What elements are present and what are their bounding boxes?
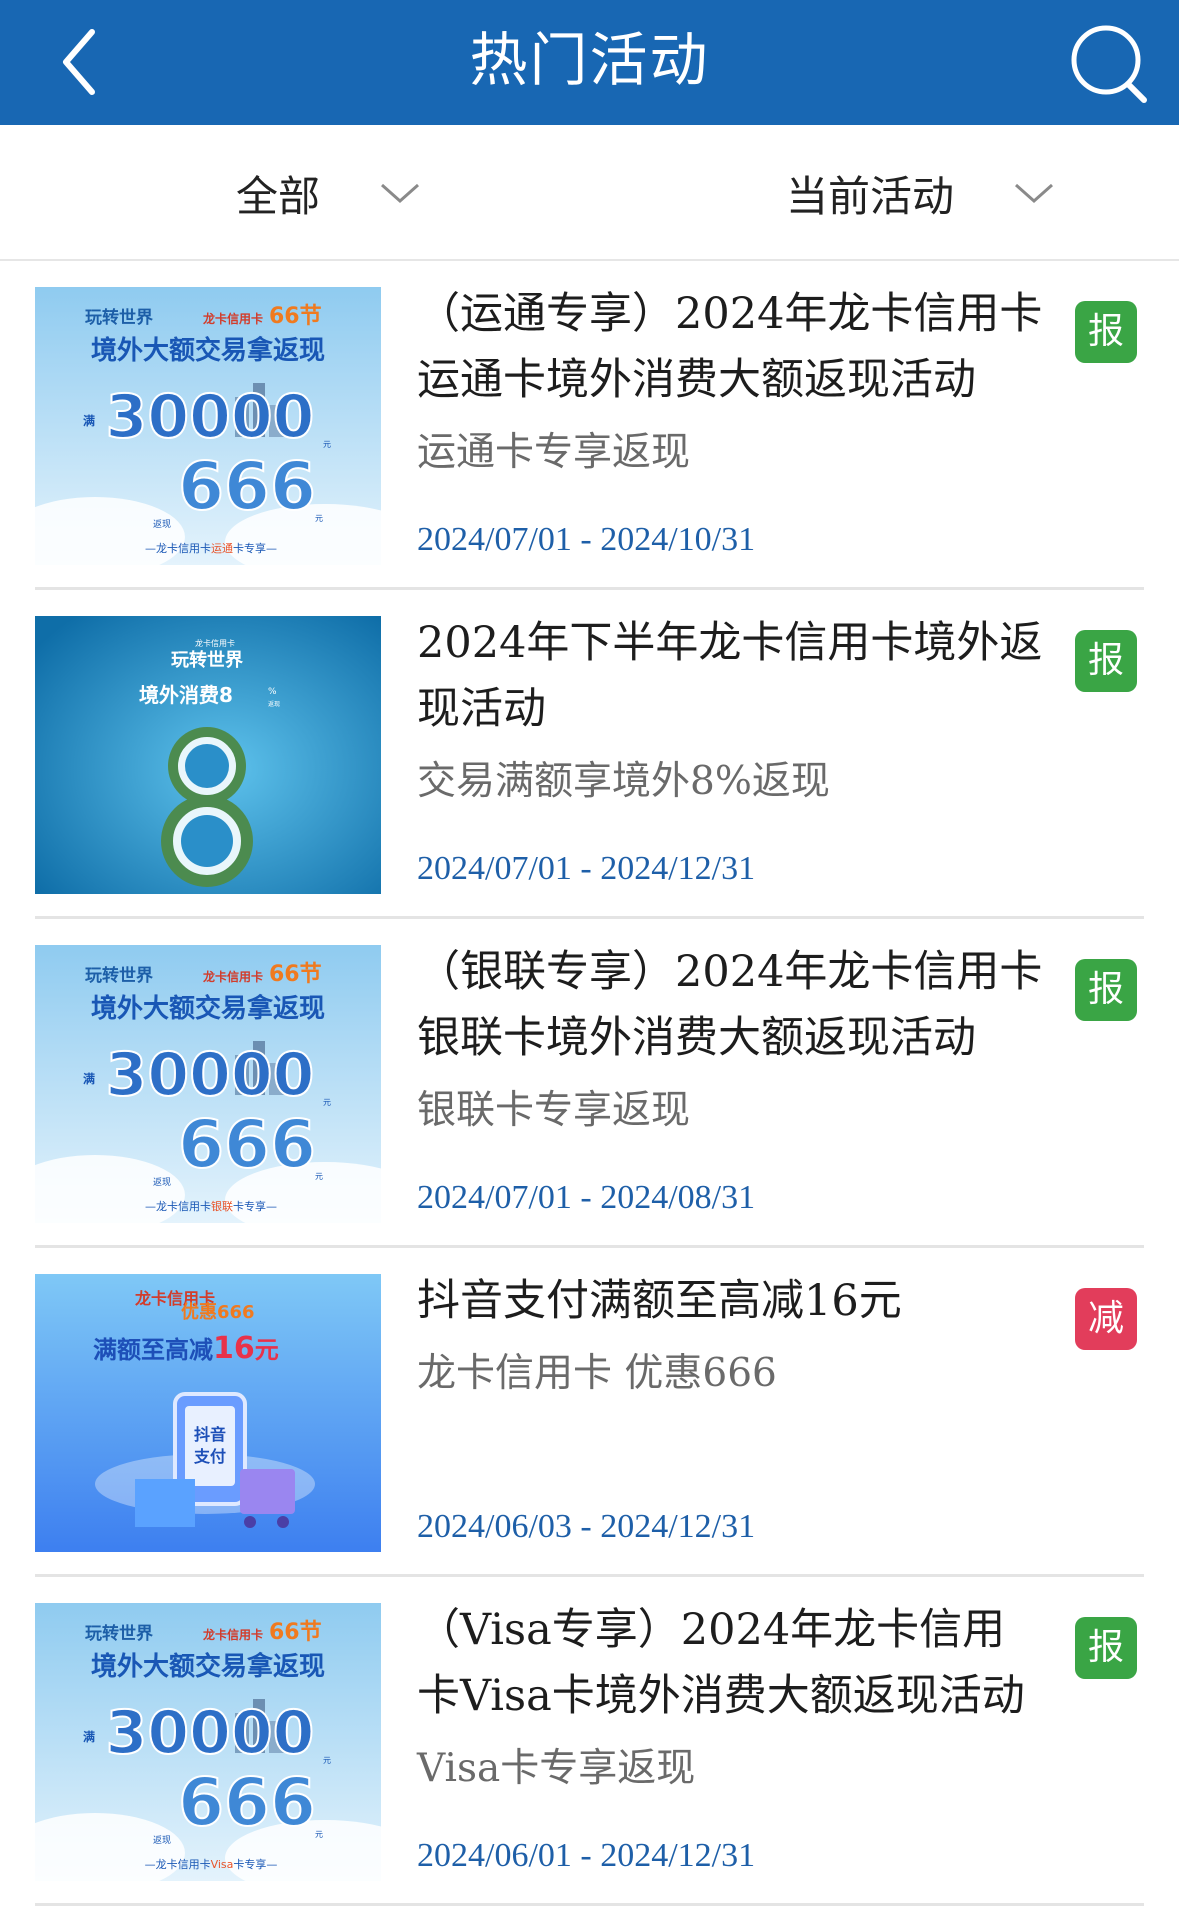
banner-logo: 玩转世界 <box>171 649 243 671</box>
banner-brand: 龙卡信用卡 <box>203 969 263 984</box>
chevron-down-icon <box>1015 183 1054 204</box>
header-bar: 热门活动 <box>0 0 1179 125</box>
banner-headline: 境外大额交易拿返现 <box>91 335 325 366</box>
activity-banner-image: 龙卡信用卡 优惠666 满额至高减16元 抖音 支付 <box>35 1274 381 1552</box>
svg-text:支付: 支付 <box>193 1447 226 1466</box>
activity-title: （Visa专享）2024年龙卡信用卡Visa卡境外消费大额返现活动 <box>417 1605 1025 1721</box>
activity-banner-image: 玩转世界 龙卡信用卡 66节 境外大额交易拿返现 满 30000 元 返现 66… <box>35 1603 381 1881</box>
status-filter-label: 当前活动 <box>786 171 955 221</box>
banner-logo: 玩转世界 <box>85 307 153 328</box>
svg-text:满: 满 <box>83 413 95 428</box>
status-filter-dropdown[interactable]: 当前活动 <box>786 125 1054 261</box>
activity-subtitle: 运通卡专享返现 <box>417 430 691 475</box>
svg-text:满: 满 <box>83 1729 95 1744</box>
activity-date-range: 2024/07/01 - 2024/12/31 <box>417 850 756 887</box>
svg-text:元: 元 <box>323 1756 331 1765</box>
filter-bar: 全部 当前活动 <box>0 125 1179 261</box>
banner-amount: 30000 <box>106 1698 315 1768</box>
banner-brand: 龙卡信用卡 <box>203 1627 263 1642</box>
banner-amount: 30000 <box>106 382 315 452</box>
svg-text:返现: 返现 <box>153 1834 171 1846</box>
banner-headline: 境外大额交易拿返现 <box>91 1651 325 1682</box>
discount-badge: 减 <box>1075 1288 1137 1350</box>
category-filter-dropdown[interactable]: 全部 <box>236 125 420 261</box>
page-title: 热门活动 <box>469 26 710 94</box>
svg-text:龙卡信用卡: 龙卡信用卡 <box>195 638 235 648</box>
banner-amount: 30000 <box>106 1040 315 1110</box>
banner-fest: 66节 <box>269 962 322 987</box>
activity-date-range: 2024/06/03 - 2024/12/31 <box>417 1508 756 1545</box>
svg-text:—龙卡信用卡Visa卡专享—: —龙卡信用卡Visa卡专享— <box>145 1857 278 1871</box>
svg-text:元: 元 <box>315 1172 323 1181</box>
activity-item[interactable]: 玩转世界 龙卡信用卡 66节 境外大额交易拿返现 满 30000 元 返现 66… <box>35 1577 1144 1906</box>
banner-cashback: 666 <box>178 1106 316 1183</box>
register-badge: 报 <box>1075 959 1137 1021</box>
svg-text:返现: 返现 <box>268 701 280 708</box>
register-badge: 报 <box>1075 630 1137 692</box>
activity-title: 2024年下半年龙卡信用卡境外返现活动 <box>417 618 1043 734</box>
activity-subtitle: Visa卡专享返现 <box>417 1746 696 1791</box>
banner-cashback: 666 <box>178 1764 316 1841</box>
category-filter-label: 全部 <box>236 171 321 221</box>
activity-item[interactable]: 玩转世界 龙卡信用卡 66节 境外大额交易拿返现 满 30000 元 返现 66… <box>35 919 1144 1248</box>
activity-subtitle: 交易满额享境外8%返现 <box>417 759 830 804</box>
banner-logo: 玩转世界 <box>85 1623 153 1644</box>
activity-item[interactable]: 龙卡信用卡 玩转世界 境外消费8 % 返现 2024年下半年龙卡信用卡境外返现活… <box>35 590 1144 919</box>
svg-text:抖音: 抖音 <box>194 1425 226 1444</box>
svg-text:满: 满 <box>83 1071 95 1086</box>
svg-text:元: 元 <box>323 440 331 449</box>
banner-headline: 境外大额交易拿返现 <box>91 993 325 1024</box>
activity-item[interactable]: 龙卡信用卡 优惠666 满额至高减16元 抖音 支付 抖音支付满额至高减16元 … <box>35 1248 1144 1577</box>
search-icon <box>1071 25 1147 103</box>
svg-text:满额至高减16元: 满额至高减16元 <box>93 1331 279 1366</box>
activity-banner-image: 玩转世界 龙卡信用卡 66节 境外大额交易拿返现 满 30000 元 返现 66… <box>35 945 381 1223</box>
svg-text:元: 元 <box>323 1098 331 1107</box>
activity-date-range: 2024/07/01 - 2024/10/31 <box>417 521 756 558</box>
banner-fest: 66节 <box>269 304 322 329</box>
svg-text:元: 元 <box>315 514 323 523</box>
activity-banner-image: 龙卡信用卡 玩转世界 境外消费8 % 返现 <box>35 616 381 894</box>
activity-subtitle: 银联卡专享返现 <box>417 1088 691 1133</box>
banner-fest: 66节 <box>269 1620 322 1645</box>
activity-subtitle: 龙卡信用卡 优惠666 <box>417 1351 777 1396</box>
banner-promo: 优惠666 <box>181 1301 255 1323</box>
activity-title: （运通专享）2024年龙卡信用卡运通卡境外消费大额返现活动 <box>417 289 1043 405</box>
banner-cashback: 666 <box>178 448 316 525</box>
svg-text:返现: 返现 <box>153 518 171 530</box>
activity-date-range: 2024/07/01 - 2024/08/31 <box>417 1179 756 1216</box>
banner-headline: 境外消费8 <box>139 683 233 707</box>
svg-text:—龙卡信用卡银联卡专享—: —龙卡信用卡银联卡专享— <box>145 1199 277 1213</box>
svg-text:%: % <box>268 687 277 697</box>
banner-logo: 玩转世界 <box>85 965 153 986</box>
svg-text:返现: 返现 <box>153 1176 171 1188</box>
activity-title: 抖音支付满额至高减16元 <box>417 1276 902 1326</box>
banner-brand: 龙卡信用卡 <box>203 311 263 326</box>
activity-date-range: 2024/06/01 - 2024/12/31 <box>417 1837 756 1874</box>
chevron-down-icon <box>381 183 420 204</box>
activity-banner-image: 玩转世界 龙卡信用卡 66节 境外大额交易拿返现 满 30000 元 返现 66… <box>35 287 381 565</box>
activity-title: （银联专享）2024年龙卡信用卡银联卡境外消费大额返现活动 <box>417 947 1043 1063</box>
register-badge: 报 <box>1075 1617 1137 1679</box>
svg-text:—龙卡信用卡运通卡专享—: —龙卡信用卡运通卡专享— <box>145 541 277 555</box>
activity-list: 玩转世界 龙卡信用卡 66节 境外大额交易拿返现 满 30000 元 返现 66… <box>0 261 1179 1906</box>
register-badge: 报 <box>1075 301 1137 363</box>
svg-text:元: 元 <box>315 1830 323 1839</box>
search-button[interactable] <box>1060 20 1160 110</box>
activity-item[interactable]: 玩转世界 龙卡信用卡 66节 境外大额交易拿返现 满 30000 元 返现 66… <box>35 261 1144 590</box>
